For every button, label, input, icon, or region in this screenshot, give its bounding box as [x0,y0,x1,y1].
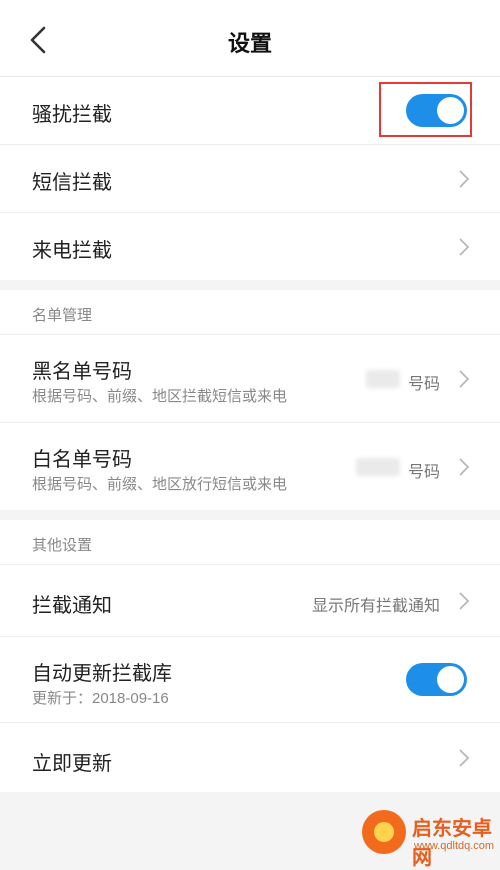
blacklist-description: 根据号码、前缀、地区拦截短信或来电 [32,388,288,405]
other-settings-section: 其他设置 拦截通知 显示所有拦截通知 自动更新拦截库 更新于：2018-09-1… [0,520,500,792]
blurred-count [356,458,400,476]
block-notification-label: 拦截通知 [32,595,112,617]
toggle-knob [437,666,464,693]
chevron-right-icon [459,749,470,767]
row-auto-update[interactable]: 自动更新拦截库 更新于：2018-09-16 [0,637,500,723]
auto-update-toggle[interactable] [406,663,467,696]
row-blacklist[interactable]: 黑名单号码 根据号码、前缀、地区拦截短信或来电 号码 [0,335,500,423]
whitelist-description: 根据号码、前缀、地区放行短信或来电 [32,476,288,493]
blacklist-label: 黑名单号码 [32,361,132,383]
row-update-now[interactable]: 立即更新 [0,723,500,792]
red-highlight-box [379,82,472,137]
row-sms-block[interactable]: 短信拦截 [0,145,500,213]
watermark-logo-icon [362,810,406,854]
chevron-right-icon [459,592,470,610]
auto-update-date: 更新于：2018-09-16 [32,690,169,707]
chevron-right-icon [459,458,470,476]
other-settings-header-text: 其他设置 [32,537,93,554]
block-notification-value: 显示所有拦截通知 [311,598,440,615]
whitelist-value: 号码 [407,464,440,481]
page-title: 设置 [227,31,272,56]
row-call-block[interactable]: 来电拦截 [0,213,500,280]
row-block-notification[interactable]: 拦截通知 显示所有拦截通知 [0,565,500,637]
section-divider [0,280,500,290]
chevron-right-icon [459,370,470,388]
watermark-url: www.qdltdq.com [414,840,495,852]
chevron-right-icon [459,238,470,256]
list-management-section: 名单管理 黑名单号码 根据号码、前缀、地区拦截短信或来电 号码 白名单号码 根据… [0,290,500,510]
harassment-block-label: 骚扰拦截 [32,104,112,126]
watermark: 启东安卓网 www.qdltdq.com [362,808,495,869]
section-divider [0,510,500,520]
blacklist-value: 号码 [407,376,440,393]
update-now-label: 立即更新 [32,753,112,775]
chevron-right-icon [459,170,470,188]
sms-block-label: 短信拦截 [32,172,112,194]
top-bar: 设置 [0,0,500,77]
row-whitelist[interactable]: 白名单号码 根据号码、前缀、地区放行短信或来电 号码 [0,423,500,510]
other-settings-header: 其他设置 [0,520,500,565]
call-block-label: 来电拦截 [32,240,112,262]
whitelist-label: 白名单号码 [32,449,132,471]
blurred-count [366,370,400,388]
auto-update-label: 自动更新拦截库 [32,663,172,685]
list-management-header-text: 名单管理 [32,307,93,324]
list-management-header: 名单管理 [0,290,500,335]
